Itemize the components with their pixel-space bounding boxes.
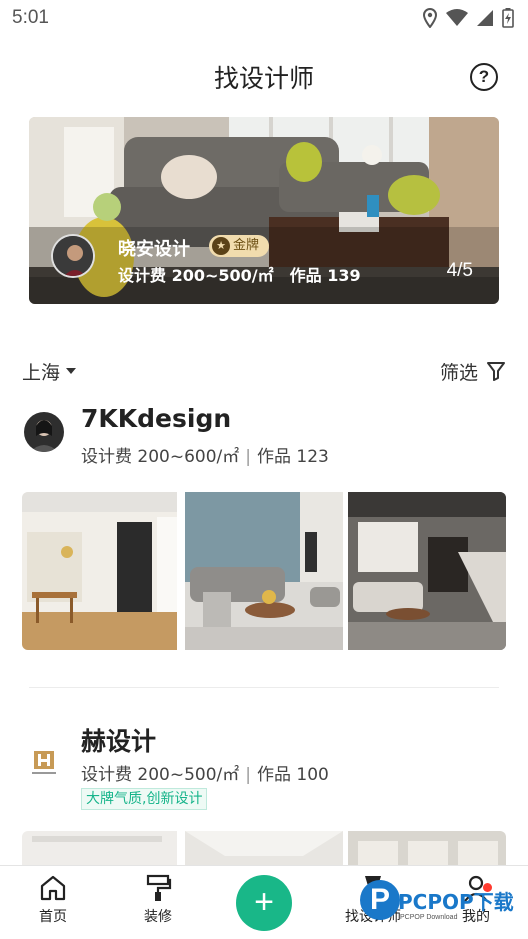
designer-works: 作品 100 [257, 765, 329, 785]
designer-name: 赫设计 [81, 727, 157, 756]
divider [29, 687, 499, 688]
wifi-icon [446, 9, 468, 26]
designer-photos [22, 492, 506, 650]
watermark-logo: P [360, 880, 400, 920]
designer-card[interactable]: 7KKdesign 设计费 200~600/㎡ | 作品 123 [0, 400, 528, 670]
caret-down-icon [66, 368, 77, 374]
banner-fee: 设计费 200~500/㎡ [118, 266, 274, 285]
add-button[interactable]: + [236, 875, 292, 931]
question-icon: ? [478, 67, 490, 86]
page-title: 找设计师 [213, 64, 314, 93]
separator: | [245, 447, 252, 467]
watermark-subtext: PCPOP Download [400, 914, 458, 921]
designer-meta: 设计费 200~500/㎡ | 作品 100 [81, 760, 329, 785]
gold-badge-label: 金牌 [233, 238, 260, 253]
paint-roller-icon [146, 874, 172, 901]
tab-decoration[interactable]: 装修 [118, 874, 198, 926]
tab-home-label: 首页 [39, 909, 67, 925]
designer-card[interactable]: 赫设计 设计费 200~500/㎡ | 作品 100 大牌气质,创新设计 [0, 718, 528, 871]
tab-home[interactable]: 首页 [13, 874, 93, 926]
designer-fee: 设计费 200~600/㎡ [81, 447, 240, 467]
star-icon: ★ [212, 237, 230, 255]
tab-decoration-label: 装修 [144, 909, 172, 925]
page-header: 找设计师 ? [0, 50, 528, 104]
designer-works: 作品 123 [257, 447, 329, 467]
designer-fee: 设计费 200~500/㎡ [81, 765, 240, 785]
designer-name: 7KKdesign [81, 404, 232, 433]
watermark: P PCPOP下载 PCPOP Download [360, 880, 528, 930]
status-bar: 5:01 [0, 0, 528, 36]
separator: | [245, 765, 252, 785]
gold-badge: ★ 金牌 [209, 235, 270, 257]
location-icon [422, 8, 438, 28]
banner-works: 作品 139 [289, 266, 361, 285]
home-icon [40, 875, 66, 901]
photo-thumbnail[interactable] [22, 492, 180, 650]
photo-thumbnail[interactable] [185, 492, 343, 650]
photo-thumbnail[interactable] [348, 492, 506, 650]
status-time: 5:01 [12, 7, 49, 28]
designer-tag: 大牌气质,创新设计 [81, 788, 208, 810]
featured-banner[interactable]: 晓安设计 ★ 金牌 设计费 200~500/㎡ 作品 139 4/5 [29, 117, 499, 304]
watermark-text: PCPOP下载 [398, 890, 514, 914]
filter-label: 筛选 [439, 361, 478, 384]
signal-icon [477, 10, 493, 26]
city-selector[interactable]: 上海 [22, 358, 77, 385]
banner-designer-name: 晓安设计 [118, 239, 190, 260]
plus-icon: + [254, 883, 274, 921]
designer-avatar [24, 743, 64, 783]
battery-icon [502, 8, 514, 28]
filter-button[interactable]: 筛选 [440, 358, 506, 385]
city-label: 上海 [22, 361, 61, 384]
funnel-icon [487, 362, 505, 381]
banner-avatar [51, 234, 95, 278]
status-icons [422, 8, 514, 28]
banner-meta: 设计费 200~500/㎡ 作品 139 [118, 262, 361, 286]
help-button[interactable]: ? [470, 63, 498, 91]
banner-page-indicator: 4/5 [446, 260, 473, 281]
filter-bar: 上海 筛选 [0, 352, 528, 390]
designer-meta: 设计费 200~600/㎡ | 作品 123 [81, 442, 329, 467]
designer-avatar [24, 412, 64, 452]
